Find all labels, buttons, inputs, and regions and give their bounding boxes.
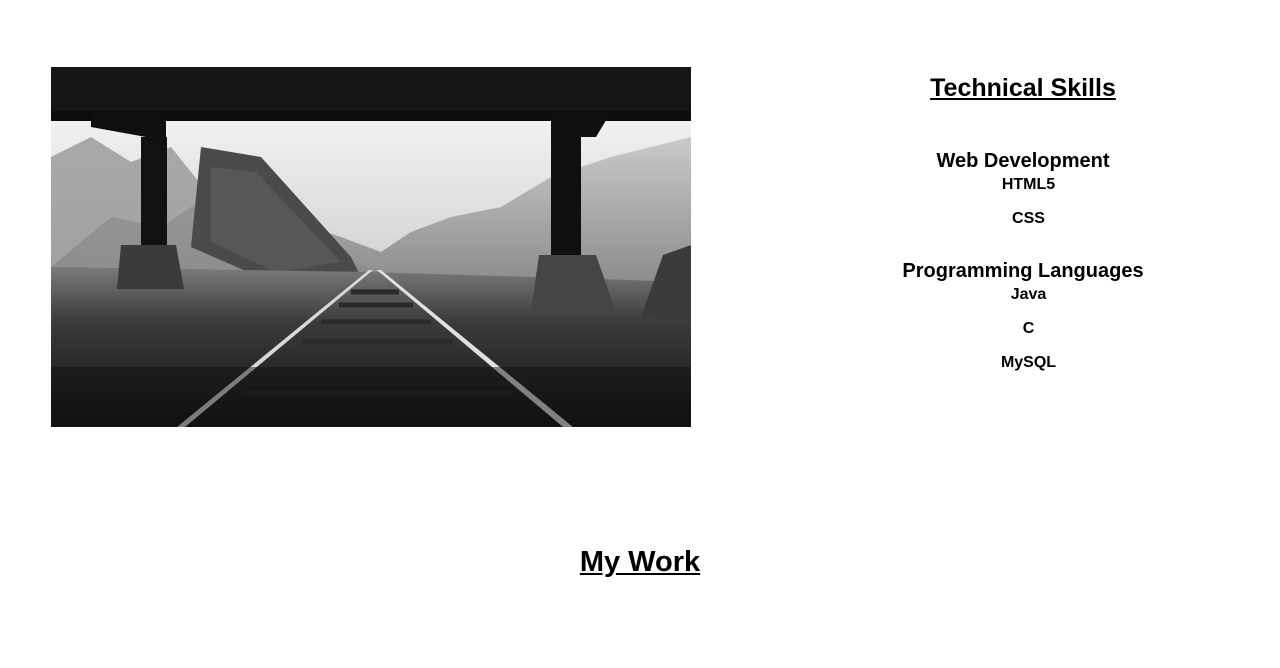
skill-group-title: Web Development	[936, 150, 1110, 172]
skill-group-title: Programming Languages	[902, 260, 1144, 282]
skill-list: HTML5 CSS	[818, 176, 1228, 228]
my-work-heading: My Work	[579, 546, 701, 578]
skill-group-web-development: Web Development HTML5 CSS	[818, 150, 1228, 228]
skill-item: CSS	[1012, 210, 1045, 227]
skill-item: Java	[1010, 286, 1047, 303]
skill-list: Java C MySQL	[818, 286, 1228, 372]
skill-item: HTML5	[1001, 176, 1056, 193]
hero-photo	[51, 67, 691, 427]
skill-group-programming-languages: Programming Languages Java C MySQL	[818, 260, 1228, 372]
skill-item: C	[1022, 320, 1035, 337]
skill-item: MySQL	[1000, 354, 1057, 371]
technical-skills-section: Technical Skills Web Development HTML5 C…	[818, 66, 1228, 388]
technical-skills-heading: Technical Skills	[930, 74, 1116, 102]
